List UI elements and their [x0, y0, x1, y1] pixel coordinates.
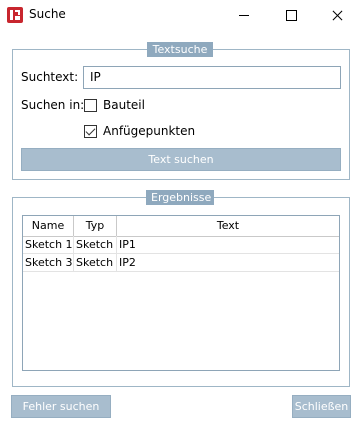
- bauteil-label[interactable]: Bauteil: [103, 98, 145, 112]
- maximize-icon[interactable]: [268, 0, 314, 30]
- cell-text: IP2: [119, 256, 136, 269]
- column-header-typ[interactable]: Typ: [74, 216, 117, 236]
- cell-name: Sketch 3: [25, 254, 74, 271]
- anfuegepunkten-label[interactable]: Anfügepunkten: [103, 124, 195, 138]
- ergebnisse-legend: Ergebnisse: [146, 190, 214, 205]
- column-header-name[interactable]: Name: [23, 216, 74, 236]
- minimize-icon[interactable]: [221, 0, 267, 30]
- checkmark-icon: [85, 125, 96, 136]
- cell-typ: Sketch: [74, 254, 117, 271]
- title-bar: Suche: [0, 0, 360, 30]
- cell-text: IP1: [119, 238, 136, 251]
- column-header-text[interactable]: Text: [117, 216, 339, 236]
- anfuegepunkten-checkbox[interactable]: [84, 125, 97, 138]
- textsuche-legend: Textsuche: [147, 42, 213, 57]
- suchtext-input[interactable]: IP: [83, 66, 341, 89]
- cell-typ: Sketch: [74, 236, 117, 253]
- table-row[interactable]: Sketch 3 Sketch IP2: [23, 254, 339, 272]
- table-row[interactable]: Sketch 1 Sketch IP1: [23, 236, 339, 254]
- schliessen-button[interactable]: Schließen: [292, 395, 351, 418]
- suchen-in-label: Suchen in:: [21, 98, 85, 112]
- suchtext-label: Suchtext:: [21, 70, 79, 84]
- results-table-header: Name Typ Text: [23, 216, 339, 237]
- app-logo-icon: [7, 7, 23, 23]
- close-icon[interactable]: [314, 0, 360, 30]
- cell-name: Sketch 1: [25, 236, 74, 253]
- bauteil-checkbox[interactable]: [84, 99, 97, 112]
- window-title: Suche: [29, 7, 66, 21]
- results-table[interactable]: Name Typ Text Sketch 1 Sketch IP1 Sketch…: [22, 215, 340, 371]
- text-suchen-button[interactable]: Text suchen: [21, 148, 341, 171]
- fehler-suchen-button[interactable]: Fehler suchen: [11, 395, 111, 418]
